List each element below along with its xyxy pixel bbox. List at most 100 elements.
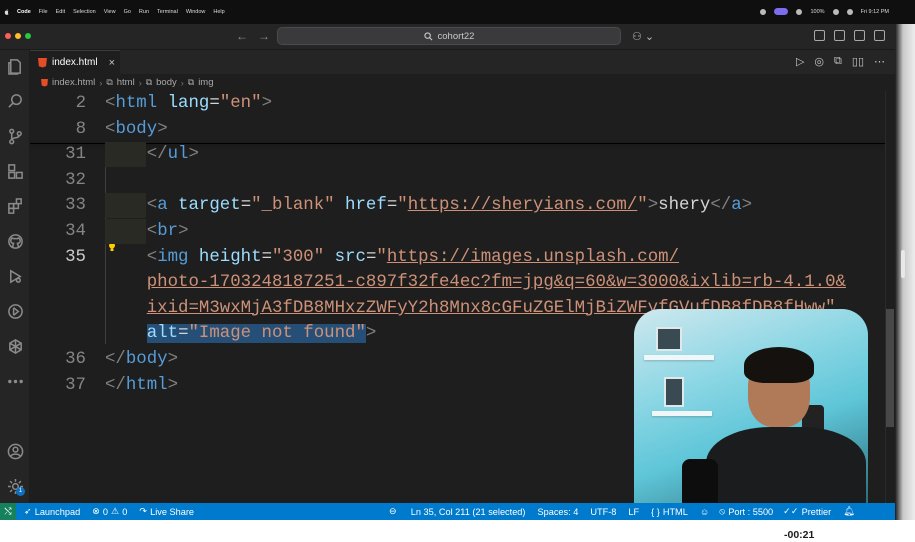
code-token: <: [146, 247, 158, 267]
spotlight-icon[interactable]: [846, 8, 853, 15]
copilot-icon[interactable]: ⚇ ⌄: [632, 30, 654, 43]
menu-edit[interactable]: Edit: [56, 9, 65, 15]
prettier-label: Prettier: [801, 506, 832, 517]
code-line[interactable]: 2 <html lang="en">: [30, 91, 895, 116]
search-activity-icon[interactable]: [4, 90, 26, 112]
extensions-icon[interactable]: [4, 195, 26, 217]
code-token: https://sheryians.com/: [407, 196, 638, 216]
tab-index-html[interactable]: index.html ×: [30, 50, 120, 74]
menu-terminal[interactable]: Terminal: [157, 9, 178, 15]
control-center-pill-icon[interactable]: [774, 8, 789, 15]
zoom-window-icon[interactable]: [25, 33, 31, 39]
minimize-window-icon[interactable]: [15, 33, 21, 39]
cursor-position[interactable]: Ln 35, Col 211 (21 selected): [411, 507, 526, 517]
copilot-edit-icon[interactable]: ◎: [814, 55, 824, 68]
code-token: a: [731, 196, 742, 216]
back-arrow-icon[interactable]: ←: [236, 29, 248, 43]
apple-icon[interactable]: [4, 9, 9, 15]
microphone: [682, 459, 718, 508]
breadcrumb-img[interactable]: img: [198, 77, 213, 88]
customize-layout-icon[interactable]: [814, 30, 825, 41]
launchpad-status[interactable]: ➶ Launchpad: [24, 506, 80, 517]
code-token: </: [105, 350, 126, 369]
code-token: lang: [157, 94, 210, 113]
bluetooth-icon[interactable]: [796, 8, 803, 15]
breadcrumb-file[interactable]: index.html: [52, 77, 95, 88]
extensions-remote-icon[interactable]: [4, 160, 26, 182]
split-editor-icon[interactable]: ▯▯: [852, 55, 864, 68]
toggle-panel-icon[interactable]: [854, 30, 865, 41]
forward-arrow-icon[interactable]: →: [258, 29, 270, 43]
menu-window[interactable]: Window: [186, 9, 206, 15]
toggle-primary-sidebar-icon[interactable]: [834, 30, 845, 41]
code-token: ": [637, 196, 648, 216]
copilot-chat-icon[interactable]: [4, 335, 26, 357]
toggle-secondary-sidebar-icon[interactable]: [874, 30, 885, 41]
webcam-overlay: [634, 309, 868, 508]
code-token: </: [710, 196, 732, 216]
code-token: img: [157, 247, 189, 267]
live-share-status[interactable]: ↷ Live Share: [139, 506, 194, 517]
run-debug-icon[interactable]: [4, 265, 26, 287]
code-line[interactable]: 31 </ul>: [30, 142, 895, 167]
notifications-bell-icon[interactable]: 🔔︎: [843, 506, 855, 517]
menu-selection[interactable]: Selection: [73, 9, 96, 15]
breadcrumb-html[interactable]: html: [117, 77, 135, 88]
language-label: HTML: [662, 506, 688, 517]
problems-status[interactable]: ⊗ 0 ⚠ 0: [92, 506, 127, 517]
more-actions-icon[interactable]: ⋯: [874, 55, 885, 68]
line-number: 32: [65, 170, 86, 190]
more-views-icon[interactable]: [4, 370, 26, 392]
live-server-port[interactable]: ⦸ Port : 5500: [719, 506, 773, 517]
account-icon[interactable]: [4, 440, 26, 462]
eol-status[interactable]: LF: [628, 507, 639, 517]
breadcrumb: index.html › ⧉ html › ⧉ body › ⧉ img: [30, 74, 895, 91]
code-token: <: [105, 94, 116, 113]
code-token: href: [334, 196, 387, 216]
language-mode[interactable]: { } HTML: [651, 507, 688, 517]
copilot-status-icon[interactable]: ☺: [700, 507, 709, 517]
code-line[interactable]: photo-1703248187251-c897f32fe4ec?fm=jpg&…: [30, 270, 895, 295]
remote-indicator-icon[interactable]: ⤭: [0, 503, 16, 520]
rocket-icon: ➶: [24, 506, 32, 516]
menu-help[interactable]: Help: [213, 9, 224, 15]
code-line[interactable]: 8 <body>: [30, 117, 895, 142]
code-token: >: [647, 196, 659, 216]
broadcast-icon: ⦸: [719, 506, 726, 516]
manage-gear-icon[interactable]: 1: [4, 475, 26, 497]
github-icon[interactable]: [4, 230, 26, 252]
code-line[interactable]: 33 <a target="_blank" href="https://sher…: [30, 193, 895, 218]
menubar-clock[interactable]: Fri 9:12 PM: [861, 9, 889, 15]
code-token: >: [365, 324, 377, 344]
menu-go[interactable]: Go: [124, 9, 131, 15]
zoom-status[interactable]: ⊖: [389, 506, 397, 517]
menu-run[interactable]: Run: [139, 9, 149, 15]
line-number: 2: [75, 94, 86, 113]
code-line[interactable]: 35 <img height="300" src="https://images…: [30, 245, 895, 270]
breadcrumb-body[interactable]: body: [156, 77, 177, 88]
run-icon[interactable]: ▷: [796, 55, 804, 68]
timeline-icon[interactable]: [4, 300, 26, 322]
source-control-icon[interactable]: [4, 125, 26, 147]
error-icon: ⊗: [92, 506, 100, 516]
code-line[interactable]: 34 <br>: [30, 219, 895, 244]
command-center-search[interactable]: cohort22: [277, 27, 621, 45]
battery-percent: 100%: [810, 8, 825, 15]
menu-file[interactable]: File: [39, 9, 48, 15]
menu-view[interactable]: View: [104, 9, 116, 15]
prettier-status[interactable]: ✓✓ Prettier: [783, 506, 831, 517]
screen-record-icon[interactable]: [760, 8, 767, 15]
code-line[interactable]: 32: [30, 168, 895, 193]
close-tab-icon[interactable]: ×: [109, 57, 115, 69]
close-window-icon[interactable]: [5, 33, 11, 39]
encoding-status[interactable]: UTF-8: [590, 507, 616, 517]
command-center-label: cohort22: [437, 30, 475, 42]
search-icon: [423, 31, 432, 40]
open-changes-icon[interactable]: ⧉: [834, 55, 842, 68]
explorer-icon[interactable]: [4, 55, 26, 77]
menu-app-name[interactable]: Code: [17, 9, 31, 15]
wifi-icon[interactable]: [832, 8, 839, 15]
settings-update-badge: 1: [16, 487, 25, 496]
indentation-status[interactable]: Spaces: 4: [537, 507, 578, 517]
